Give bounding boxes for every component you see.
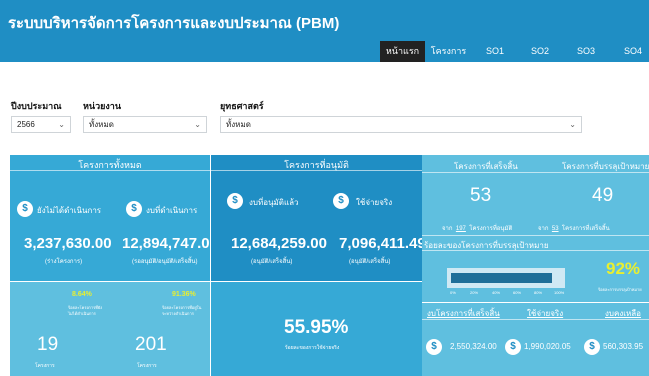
goal-percent-value: 92% [606,259,641,278]
achieved-count: 49 [592,185,614,206]
money-bag-icon: $ [17,201,33,217]
nav-projects[interactable]: โครงการ [426,41,471,62]
goal-tick-40: 40% [492,290,501,295]
unit-select[interactable]: ทั้งหมด ⌄ [83,116,207,133]
unit-filter-label: หน่วยงาน [83,101,122,111]
hand-money-icon: $ [126,201,142,217]
wallet-icon: $ [333,193,349,209]
completed-caption: จาก 197 โครงการที่อนุมัติ [442,226,513,232]
money-bag-icon: $ [426,339,442,355]
actual-spend-label: ใช้จ่ายจริง [356,198,393,207]
completed-achieved-card: โครงการที่เสร็จสิ้น โครงการที่บรรลุเป้าห… [422,155,649,302]
in-progress-label: งบที่ดำเนินการ [146,206,198,215]
goal-tick-80: 80% [534,290,543,295]
approved-amount-caption: (อนุมัติ/เสร็จสิ้น) [251,259,293,265]
year-filter-label: ปีงบประมาณ [11,101,62,111]
nav-so4[interactable]: SO4 [612,41,649,62]
goal-tick-100: 100% [554,290,565,295]
money-bag-icon: $ [584,339,600,355]
spent-amount: 7,096,411.49 [339,235,422,252]
budget-summary-card: งบโครงการที่เสร็จสิ้น ใช้จ่ายจริง งบคงเห… [422,303,649,376]
in-progress-count: 201 [135,334,167,355]
spent-value: 1,990,020.05 [524,342,571,351]
not-started-count: 19 [37,334,59,355]
nav-so2[interactable]: SO2 [519,41,561,62]
nav-so1[interactable]: SO1 [474,41,516,62]
completed-count: 53 [470,185,492,206]
goal-progress-track [447,268,565,288]
spent-amount-caption: (อนุมัติ/เสร็จสิ้น) [349,259,391,265]
in-progress-count-caption: โครงการ [137,363,157,369]
approved-card: โครงการที่อนุมัติ $ งบที่อนุมัติแล้ว $ ใ… [211,155,422,281]
draft-amount: 3,237,630.00 [24,235,112,252]
not-started-label: ยังไม่ได้ดำเนินการ [37,206,102,215]
achieved-caption: จาก 53 โครงการที่เสร็จสิ้น [538,226,610,232]
remaining-value: 560,303.95 [603,342,644,351]
budget-completed-value: 2,550,324.00 [450,342,497,351]
year-select-value: 2566 [17,120,35,129]
strategy-select-value: ทั้งหมด [226,120,251,129]
stats-card: 8.64% ร้อยละโครงการที่ยัง ไม่ได้ดำเนินกา… [10,282,210,376]
in-progress-percent-caption2: ระหว่างดำเนินการ [162,311,194,316]
chevron-down-icon: ⌄ [58,120,65,129]
not-started-percent: 8.64% [72,291,92,298]
goal-tick-60: 60% [513,290,522,295]
all-projects-card: โครงการทั้งหมด $ ยังไม่ได้ดำเนินการ $ งบ… [10,155,210,281]
unit-select-value: ทั้งหมด [89,120,114,129]
chevron-down-icon: ⌄ [569,120,576,129]
nav-home[interactable]: หน้าแรก [380,41,425,62]
in-progress-amount-caption: (รออนุมัติ/อนุมัติ/เสร็จสิ้น) [132,259,198,265]
draft-amount-caption: (ร่างโครงการ) [45,259,83,265]
in-progress-amount: 12,894,747.00 [122,235,210,252]
chevron-down-icon: ⌄ [194,120,201,129]
in-progress-percent: 91.36% [172,291,196,298]
goal-tick-20: 20% [470,290,479,295]
spend-percent-value: 55.95% [284,317,349,338]
mobile-money-icon: $ [227,193,243,209]
goal-progress-fill [451,273,553,283]
spend-percent-card: 55.95% ร้อยละของการใช้จ่ายจริง [211,282,422,376]
not-started-percent-caption2: ไม่ได้ดำเนินการ [68,311,96,316]
strategy-filter-label: ยุทธศาสตร์ [220,101,264,111]
year-select[interactable]: 2566 ⌄ [11,116,71,133]
approved-budget-label: งบที่อนุมัติแล้ว [249,198,299,207]
money-bag-icon: $ [505,339,521,355]
spend-percent-caption: ร้อยละของการใช้จ่ายจริง [285,345,340,351]
app-title: ระบบบริหารจัดการโครงการและงบประมาณ (PBM) [8,15,340,32]
nav-so3[interactable]: SO3 [565,41,607,62]
approved-amount: 12,684,259.00 [231,235,327,252]
not-started-count-caption: โครงการ [35,363,55,369]
goal-tick-0: 0% [450,290,456,295]
goal-percent-caption: ร้อยละการบรรลุเป้าหมาย [598,287,642,292]
strategy-select[interactable]: ทั้งหมด ⌄ [220,116,582,133]
